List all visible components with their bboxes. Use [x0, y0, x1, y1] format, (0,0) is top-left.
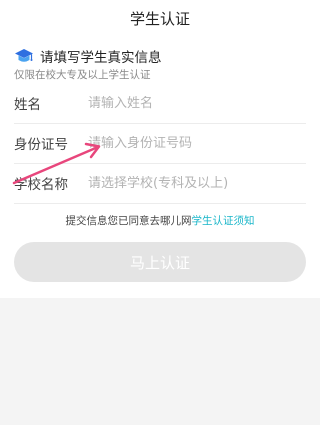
section-subtitle: 仅限在校大专及以上学生认证 [14, 69, 151, 81]
school-row[interactable]: 学校名称 [14, 163, 306, 204]
school-label: 学校名称 [14, 177, 68, 193]
id-number-row: 身份证号 [14, 123, 306, 164]
section-title: 请填写学生真实信息 [40, 50, 162, 66]
id-number-label: 身份证号 [14, 137, 68, 153]
name-input[interactable] [88, 95, 306, 111]
agreement-notice: 提交信息您已同意去哪儿网学生认证须知 [0, 213, 320, 228]
agreement-link[interactable]: 学生认证须知 [192, 215, 255, 227]
form-card: 学生认证 请填写学生真实信息 仅限在校大专及以上学生认证 姓名 身份证号 学校名… [0, 0, 320, 298]
id-number-input[interactable] [88, 135, 306, 151]
graduation-cap-icon [14, 47, 34, 65]
school-select[interactable] [88, 175, 306, 191]
name-row: 姓名 [14, 83, 306, 124]
page-title: 学生认证 [129, 10, 190, 28]
submit-button[interactable]: 马上认证 [14, 242, 306, 282]
name-label: 姓名 [14, 97, 41, 113]
section-header: 请填写学生真实信息 [14, 46, 162, 66]
agreement-text: 提交信息您已同意去哪儿网 [65, 215, 192, 227]
